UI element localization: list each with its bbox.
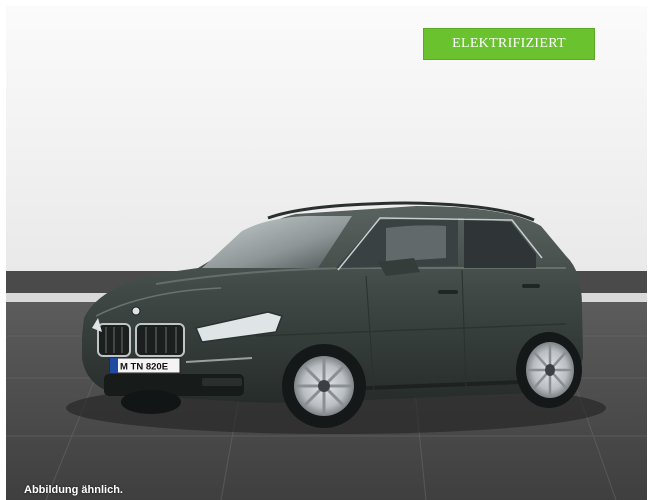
- car-studio-photo: M TN 820E: [6, 6, 647, 500]
- car-photo-frame: M TN 820E ELEKTRIFIZIERT Abbildung ähnli…: [6, 6, 647, 500]
- electrified-badge: ELEKTRIFIZIERT: [423, 28, 595, 60]
- image-disclaimer-caption: Abbildung ähnlich.: [24, 484, 123, 496]
- rear-wheel: [516, 332, 582, 408]
- front-wheel: [282, 344, 366, 428]
- license-plate-text: M TN 820E: [120, 362, 168, 373]
- license-plate: M TN 820E: [109, 357, 181, 374]
